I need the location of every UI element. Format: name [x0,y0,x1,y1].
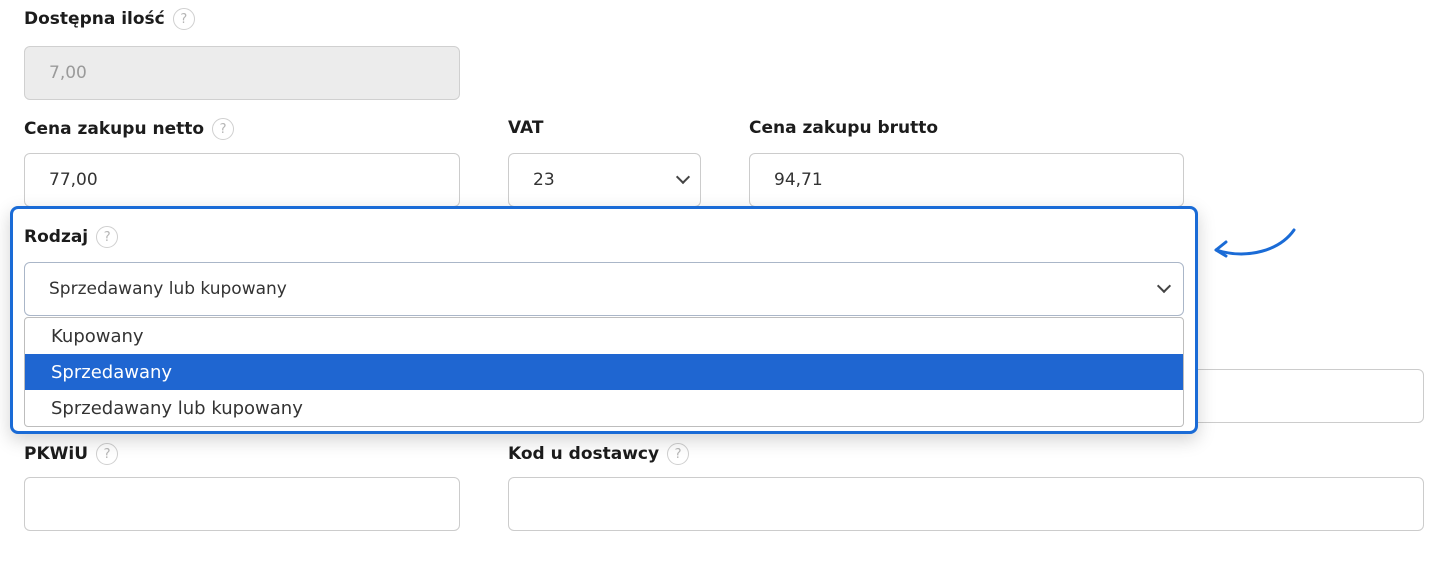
available-qty-field: 7,00 [24,46,460,100]
net-price-label-text: Cena zakupu netto [24,119,205,139]
chevron-down-icon [675,169,691,185]
chevron-down-icon [1156,278,1172,294]
pkwiu-input[interactable] [24,477,460,531]
type-option-sprzedawany-lub-kupowany[interactable]: Sprzedawany lub kupowany [25,390,1183,426]
gross-price-input[interactable]: 94,71 [749,153,1184,207]
type-dropdown-list: Kupowany Sprzedawany Sprzedawany lub kup… [24,317,1184,427]
pkwiu-label-text: PKWiU [24,444,89,464]
pointer-arrow-icon [1214,228,1296,258]
help-icon[interactable]: ? [667,443,690,465]
available-qty-label-text: Dostępna ilość [24,9,165,29]
vat-value: 23 [533,170,555,190]
type-selected-value: Sprzedawany lub kupowany [49,279,287,299]
help-icon[interactable]: ? [96,226,119,248]
net-price-input[interactable]: 77,00 [24,153,460,207]
type-select[interactable]: Sprzedawany lub kupowany [24,262,1184,316]
help-icon[interactable]: ? [212,118,235,140]
gross-price-value: 94,71 [774,170,823,190]
net-price-value: 77,00 [49,170,98,190]
available-qty-label: Dostępna ilość ? [24,8,195,30]
supplier-code-label: Kod u dostawcy ? [508,443,690,465]
supplier-code-input[interactable] [508,477,1424,531]
help-icon[interactable]: ? [96,443,119,465]
gross-price-label-text: Cena zakupu brutto [749,118,939,138]
supplier-code-label-text: Kod u dostawcy [508,444,660,464]
gross-price-label: Cena zakupu brutto [749,118,938,138]
available-qty-value: 7,00 [49,63,87,83]
help-icon[interactable]: ? [172,8,195,30]
type-label: Rodzaj ? [24,226,119,248]
vat-select[interactable]: 23 [508,153,701,207]
product-form: Dostępna ilość ? 7,00 Cena zakupu netto … [0,0,1446,561]
net-price-label: Cena zakupu netto ? [24,118,235,140]
pkwiu-label: PKWiU ? [24,443,119,465]
type-option-kupowany[interactable]: Kupowany [25,318,1183,354]
type-label-text: Rodzaj [24,227,89,247]
type-option-sprzedawany[interactable]: Sprzedawany [25,354,1183,390]
vat-label-text: VAT [508,118,544,138]
vat-label: VAT [508,118,543,138]
